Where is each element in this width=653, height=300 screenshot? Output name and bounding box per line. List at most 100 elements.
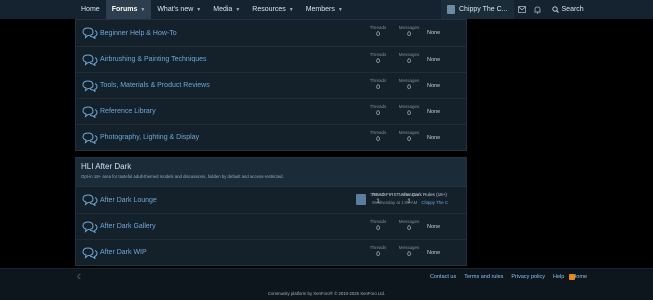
threads-label: Threads [369, 25, 387, 30]
account-button[interactable]: Chippy The C... [441, 0, 514, 19]
footer: ☾ Contact us Terms and rules Privacy pol… [0, 268, 653, 300]
copyright-text: Community platform by XenForo® © 2010-20… [267, 291, 386, 296]
latest-user-link[interactable]: Chippy The C [421, 200, 448, 205]
category-title[interactable]: HLI After Dark [81, 162, 461, 171]
forum-bubbles-icon [82, 132, 98, 144]
forum-category-block: Beginner Help & How-To Threads 0 Messages 0 N… [75, 19, 467, 151]
threads-count: 0 [376, 225, 380, 232]
threads-label: Threads [369, 78, 387, 83]
forum-node: Tools, Materials & Product Reviews Thread… [76, 72, 466, 98]
forum-title[interactable]: After Dark WIP [100, 249, 147, 256]
threads-stat: Threads 0 [365, 219, 391, 232]
latest-thread-link[interactable]: READ FIRST: After Dark Rules (18+) [372, 192, 447, 197]
threads-count: 0 [376, 136, 380, 143]
avatar [447, 5, 455, 14]
forum-node: Airbrushing & Painting Techniques Threads… [76, 46, 466, 72]
threads-stat: Threads 0 [365, 78, 391, 91]
threads-stat: Threads 0 [365, 245, 391, 258]
moon-icon[interactable]: ☾ [77, 273, 83, 281]
messages-count: 0 [407, 110, 411, 117]
footer-link-privacy[interactable]: Privacy policy [511, 274, 545, 280]
footer-link-terms[interactable]: Terms and rules [464, 274, 503, 280]
messages-stat: Messages 0 [396, 52, 422, 65]
threads-count: 0 [376, 31, 380, 38]
threads-count: 0 [376, 251, 380, 258]
latest-post: None [427, 82, 441, 89]
threads-label: Threads [369, 52, 387, 57]
search-icon [551, 6, 559, 13]
latest-post: None [427, 249, 441, 256]
chevron-down-icon[interactable]: ▼ [289, 7, 294, 13]
forum-title[interactable]: Reference Library [100, 108, 156, 115]
forum-node: After Dark WIP Threads 0 Messages 0 None [76, 239, 466, 265]
messages-stat: Messages 0 [396, 219, 422, 232]
forum-bubbles-icon [82, 221, 98, 233]
messages-count: 0 [407, 136, 411, 143]
forum-node: After Dark Gallery Threads 0 Messages 0 None [76, 213, 466, 239]
messages-count: 0 [407, 31, 411, 38]
forum-title[interactable]: Beginner Help & How-To [100, 30, 177, 37]
forum-title[interactable]: After Dark Lounge [100, 197, 157, 204]
forum-title[interactable]: Tools, Materials & Product Reviews [100, 82, 210, 89]
tab-media[interactable]: Media ▼ [207, 0, 246, 19]
forum-title[interactable]: Photography, Lighting & Display [100, 134, 199, 141]
latest-post: None [427, 108, 441, 115]
footer-link-help[interactable]: Help [553, 274, 564, 280]
forum-bubbles-icon [82, 194, 98, 206]
messages-count: 0 [407, 251, 411, 258]
messages-stat: Messages 0 [396, 245, 422, 258]
tab-home[interactable]: Home [75, 0, 106, 19]
threads-stat: Threads 0 [365, 25, 391, 38]
chevron-down-icon[interactable]: ▼ [338, 7, 343, 13]
tab-whats-new[interactable]: What's new ▼ [151, 0, 207, 19]
messages-stat: Messages 0 [396, 104, 422, 117]
tab-forums[interactable]: Forums ▼ [105, 0, 152, 19]
bell-icon[interactable] [530, 0, 546, 19]
inbox-icon[interactable] [514, 0, 530, 19]
chevron-down-icon[interactable]: ▼ [235, 7, 240, 13]
rss-icon[interactable] [569, 274, 575, 280]
messages-label: Messages [398, 52, 420, 57]
forum-category-block-after-dark: HLI After Dark Opt-in 18+ area for taste… [75, 157, 467, 266]
messages-stat: Messages 0 [396, 25, 422, 38]
category-header[interactable]: HLI After Dark Opt-in 18+ area for taste… [76, 158, 466, 187]
threads-count: 0 [376, 84, 380, 91]
threads-label: Threads [369, 245, 387, 250]
forum-title[interactable]: Airbrushing & Painting Techniques [100, 56, 207, 63]
tab-members[interactable]: Members ▼ [300, 0, 349, 19]
forum-bubbles-icon [82, 27, 98, 39]
messages-label: Messages [398, 130, 420, 135]
tab-resources[interactable]: Resources ▼ [246, 0, 299, 19]
threads-stat: Threads 0 [365, 52, 391, 65]
forum-node: After Dark Lounge Threads 1 Messages 1 READ F… [76, 187, 466, 213]
avatar[interactable] [356, 194, 366, 205]
forum-node: Reference Library Threads 0 Messages 0 None [76, 98, 466, 124]
top-navigation: Home Forums ▼ What's new ▼ Media ▼ Resource… [0, 0, 653, 19]
messages-label: Messages [398, 25, 420, 30]
forum-bubbles-icon [82, 247, 98, 259]
search-button[interactable]: Search [546, 0, 590, 19]
forum-bubbles-icon [82, 80, 98, 92]
forum-title[interactable]: After Dark Gallery [100, 223, 156, 230]
messages-label: Messages [398, 78, 420, 83]
latest-post: None [427, 30, 441, 36]
messages-stat: Messages 0 [396, 78, 422, 91]
messages-count: 0 [407, 225, 411, 232]
forum-bubbles-icon [82, 106, 98, 118]
threads-label: Threads [369, 104, 387, 109]
threads-label: Threads [369, 219, 387, 224]
latest-post: None [427, 56, 441, 63]
messages-count: 0 [407, 84, 411, 91]
forum-bubbles-icon [82, 54, 98, 66]
footer-link-contact[interactable]: Contact us [430, 274, 456, 280]
threads-count: 0 [376, 110, 380, 117]
threads-stat: Threads 0 [365, 130, 391, 143]
threads-count: 0 [376, 58, 380, 65]
messages-label: Messages [398, 245, 420, 250]
messages-count: 0 [407, 58, 411, 65]
latest-date: Wednesday at 1:09 AM [372, 200, 418, 205]
chevron-down-icon[interactable]: ▼ [140, 7, 145, 13]
threads-stat: Threads 0 [365, 104, 391, 117]
chevron-down-icon[interactable]: ▼ [196, 7, 201, 13]
messages-label: Messages [398, 219, 420, 224]
